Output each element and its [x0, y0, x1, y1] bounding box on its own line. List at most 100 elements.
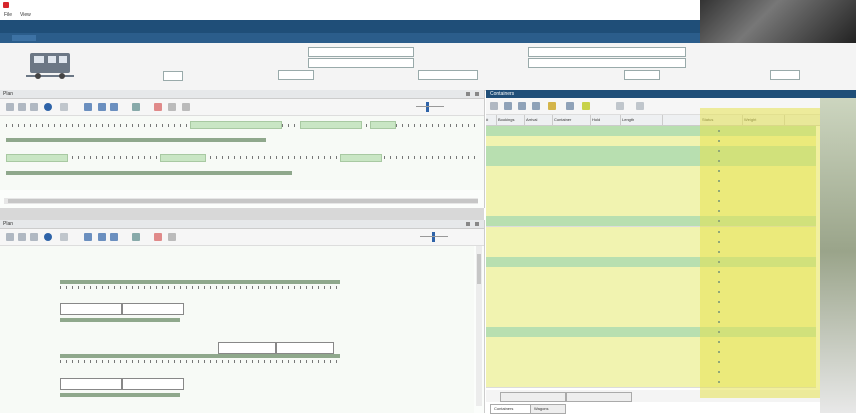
- select-icon[interactable]: [490, 102, 498, 110]
- table-cell: [486, 267, 496, 275]
- table-cell: [498, 277, 524, 285]
- lower-vscroll-thumb[interactable]: [477, 254, 481, 284]
- lower-vscrollbar[interactable]: [476, 246, 482, 406]
- table-cell: [526, 307, 552, 315]
- table-cell: [554, 247, 590, 255]
- filter-icon[interactable]: [532, 102, 540, 110]
- info-field-6[interactable]: [528, 58, 686, 68]
- table-cell: [592, 136, 620, 144]
- wagon-frame[interactable]: [122, 378, 184, 390]
- fit-icon[interactable]: [30, 233, 38, 241]
- wagon-frame[interactable]: [218, 342, 276, 354]
- scissors-icon[interactable]: [110, 103, 118, 111]
- lower-toolbar: [0, 229, 484, 246]
- table-cell: [526, 166, 552, 174]
- info-field-2[interactable]: [308, 58, 414, 68]
- print-icon[interactable]: [132, 233, 140, 241]
- add-icon[interactable]: [504, 102, 512, 110]
- ribbon-tab[interactable]: [12, 35, 36, 41]
- table-cell: [592, 267, 620, 275]
- bottom-button-left[interactable]: [500, 392, 566, 402]
- table-cell: [622, 297, 662, 305]
- table-cell: [592, 196, 620, 204]
- upper-hscrollbar[interactable]: [4, 198, 478, 204]
- fit-icon[interactable]: [30, 103, 38, 111]
- search-icon[interactable]: [616, 102, 624, 110]
- delete-icon[interactable]: [154, 233, 162, 241]
- list-icon[interactable]: [60, 233, 68, 241]
- table-cell: [498, 287, 524, 295]
- info-field-5[interactable]: [528, 47, 686, 57]
- zoom-slider-track[interactable]: [416, 106, 444, 107]
- table-cell: [526, 287, 552, 295]
- wagon-slot[interactable]: [370, 121, 396, 129]
- info-field-3[interactable]: [278, 70, 314, 80]
- info-field-0[interactable]: [163, 71, 183, 81]
- column-header[interactable]: Length: [622, 115, 663, 125]
- wagon-frame[interactable]: [122, 303, 184, 315]
- menu-view[interactable]: View: [20, 12, 34, 18]
- column-header[interactable]: Arrival: [526, 115, 553, 125]
- export-icon[interactable]: [182, 103, 190, 111]
- delete-icon[interactable]: [154, 103, 162, 111]
- column-header[interactable]: #: [486, 115, 497, 125]
- zoom-icon[interactable]: [18, 233, 26, 241]
- table-cell: [526, 176, 552, 184]
- refresh-icon[interactable]: [636, 102, 644, 110]
- wagon-slot[interactable]: [340, 154, 382, 162]
- grid-icon[interactable]: [168, 233, 176, 241]
- column-header[interactable]: Bookings: [498, 115, 525, 125]
- table-cell: [486, 206, 496, 214]
- list-icon[interactable]: [60, 103, 68, 111]
- column-header[interactable]: Container: [554, 115, 591, 125]
- close-icon[interactable]: [475, 222, 479, 226]
- flag-icon[interactable]: [582, 102, 590, 110]
- scissors-icon[interactable]: [110, 233, 118, 241]
- zoom-slider-track[interactable]: [420, 236, 448, 237]
- select-icon[interactable]: [6, 233, 14, 241]
- zoom-icon[interactable]: [18, 103, 26, 111]
- wagon-slot[interactable]: [190, 121, 282, 129]
- print-icon[interactable]: [132, 103, 140, 111]
- calendar-icon[interactable]: [566, 102, 574, 110]
- link-icon[interactable]: [84, 103, 92, 111]
- wagon-icon[interactable]: [44, 103, 52, 111]
- info-field-7[interactable]: [624, 70, 660, 80]
- info-right-field[interactable]: [770, 70, 800, 80]
- bottom-button-right[interactable]: [566, 392, 632, 402]
- zoom-slider-handle[interactable]: [426, 102, 429, 112]
- wagon-frame[interactable]: [276, 342, 334, 354]
- crane-icon[interactable]: [98, 103, 106, 111]
- table-cell: [622, 357, 662, 365]
- lower-track-area: [0, 246, 474, 413]
- horizontal-splitter[interactable]: [0, 208, 484, 220]
- side-header-strip: [820, 90, 856, 98]
- select-icon[interactable]: [6, 103, 14, 111]
- wagon-frame[interactable]: [60, 303, 122, 315]
- wagon-icon[interactable]: [44, 233, 52, 241]
- table-cell: [592, 186, 620, 194]
- wagon-slot[interactable]: [300, 121, 362, 129]
- info-field-4[interactable]: [418, 70, 478, 80]
- app-icon: [3, 2, 9, 8]
- table-cell: [486, 297, 496, 305]
- wagon-frame[interactable]: [60, 378, 122, 390]
- pin-icon[interactable]: [466, 222, 470, 226]
- upper-hscroll-thumb[interactable]: [8, 199, 478, 203]
- link-icon[interactable]: [84, 233, 92, 241]
- zoom-slider-handle[interactable]: [432, 232, 435, 242]
- close-icon[interactable]: [475, 92, 479, 96]
- menu-file[interactable]: File: [4, 12, 18, 18]
- bottom-tabs: Containers Wagons: [486, 403, 820, 414]
- info-field-1[interactable]: [308, 47, 414, 57]
- crane-icon[interactable]: [98, 233, 106, 241]
- lock-icon[interactable]: [548, 102, 556, 110]
- table-cell: [622, 317, 662, 325]
- wagon-slot[interactable]: [6, 154, 68, 162]
- column-header[interactable]: Hold: [592, 115, 621, 125]
- grid-icon[interactable]: [168, 103, 176, 111]
- table-cell: [498, 377, 524, 385]
- wagon-slot[interactable]: [160, 154, 206, 162]
- table-icon[interactable]: [518, 102, 526, 110]
- pin-icon[interactable]: [466, 92, 470, 96]
